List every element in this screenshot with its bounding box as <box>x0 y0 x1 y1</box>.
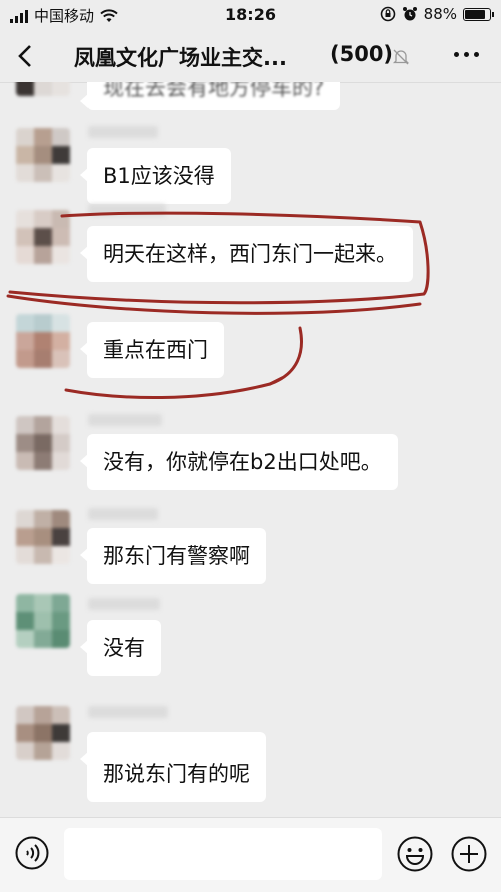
message-text: 没有 <box>103 636 145 660</box>
mute-bell-icon <box>392 49 410 65</box>
message-bubble[interactable]: 现在去会有地方停车的? <box>79 82 341 110</box>
avatar[interactable] <box>16 510 70 564</box>
nav-bar: 凤凰文化广场业主交... (500) <box>0 30 501 83</box>
message-bubble[interactable]: B1应该没得 <box>80 148 231 204</box>
message-bubble[interactable]: 没有，你就停在b2出口处吧。 <box>80 434 398 490</box>
chevron-left-icon[interactable] <box>8 38 44 74</box>
sender-name <box>88 706 168 718</box>
message-bubble[interactable]: 明天在这样，西门东门一起来。 <box>80 226 413 282</box>
status-bar: 中国移动 18:26 88% <box>0 0 501 30</box>
message-bubble[interactable]: 那说东门有的呢 <box>80 732 266 802</box>
message-text: 那说东门有的呢 <box>103 762 250 786</box>
message-bubble[interactable]: 重点在西门 <box>80 322 224 378</box>
message-text: 那东门有警察啊 <box>103 544 250 568</box>
chat-area[interactable]: 现在去会有地方停车的? B1应该没得 明天在这样，西门东门一起来。 重点在西门 … <box>0 82 501 817</box>
emoji-icon[interactable] <box>396 835 434 873</box>
alarm-icon <box>402 7 417 21</box>
message-text: 明天在这样，西门东门一起来。 <box>103 242 397 266</box>
message-bubble[interactable]: 那东门有警察啊 <box>80 528 266 584</box>
message-text: B1应该没得 <box>103 164 215 188</box>
sender-name <box>88 126 158 138</box>
input-bar <box>0 817 501 892</box>
voice-icon[interactable] <box>14 835 50 871</box>
status-right: 88% <box>380 5 494 23</box>
plus-circle-icon[interactable] <box>450 835 488 873</box>
avatar[interactable] <box>16 82 70 96</box>
sender-name <box>88 508 158 520</box>
avatar[interactable] <box>16 314 70 368</box>
rotation-lock-icon <box>380 6 395 22</box>
avatar[interactable] <box>16 128 70 182</box>
avatar[interactable] <box>16 416 70 470</box>
battery-percent: 88% <box>423 5 457 23</box>
message-text: 重点在西门 <box>103 338 208 362</box>
sender-name <box>88 598 160 610</box>
chat-title: 凤凰文化广场业主交... <box>74 46 287 70</box>
sender-name <box>88 414 162 426</box>
avatar[interactable] <box>16 594 70 648</box>
message-text: 没有，你就停在b2出口处吧。 <box>103 450 382 474</box>
message-input[interactable] <box>64 828 382 880</box>
member-count: (500) <box>330 42 394 66</box>
sender-name <box>88 204 166 216</box>
avatar[interactable] <box>16 210 70 264</box>
battery-icon <box>463 7 494 21</box>
ellipsis-icon[interactable] <box>454 52 479 57</box>
message-bubble[interactable]: 没有 <box>80 620 161 676</box>
avatar[interactable] <box>16 706 70 760</box>
